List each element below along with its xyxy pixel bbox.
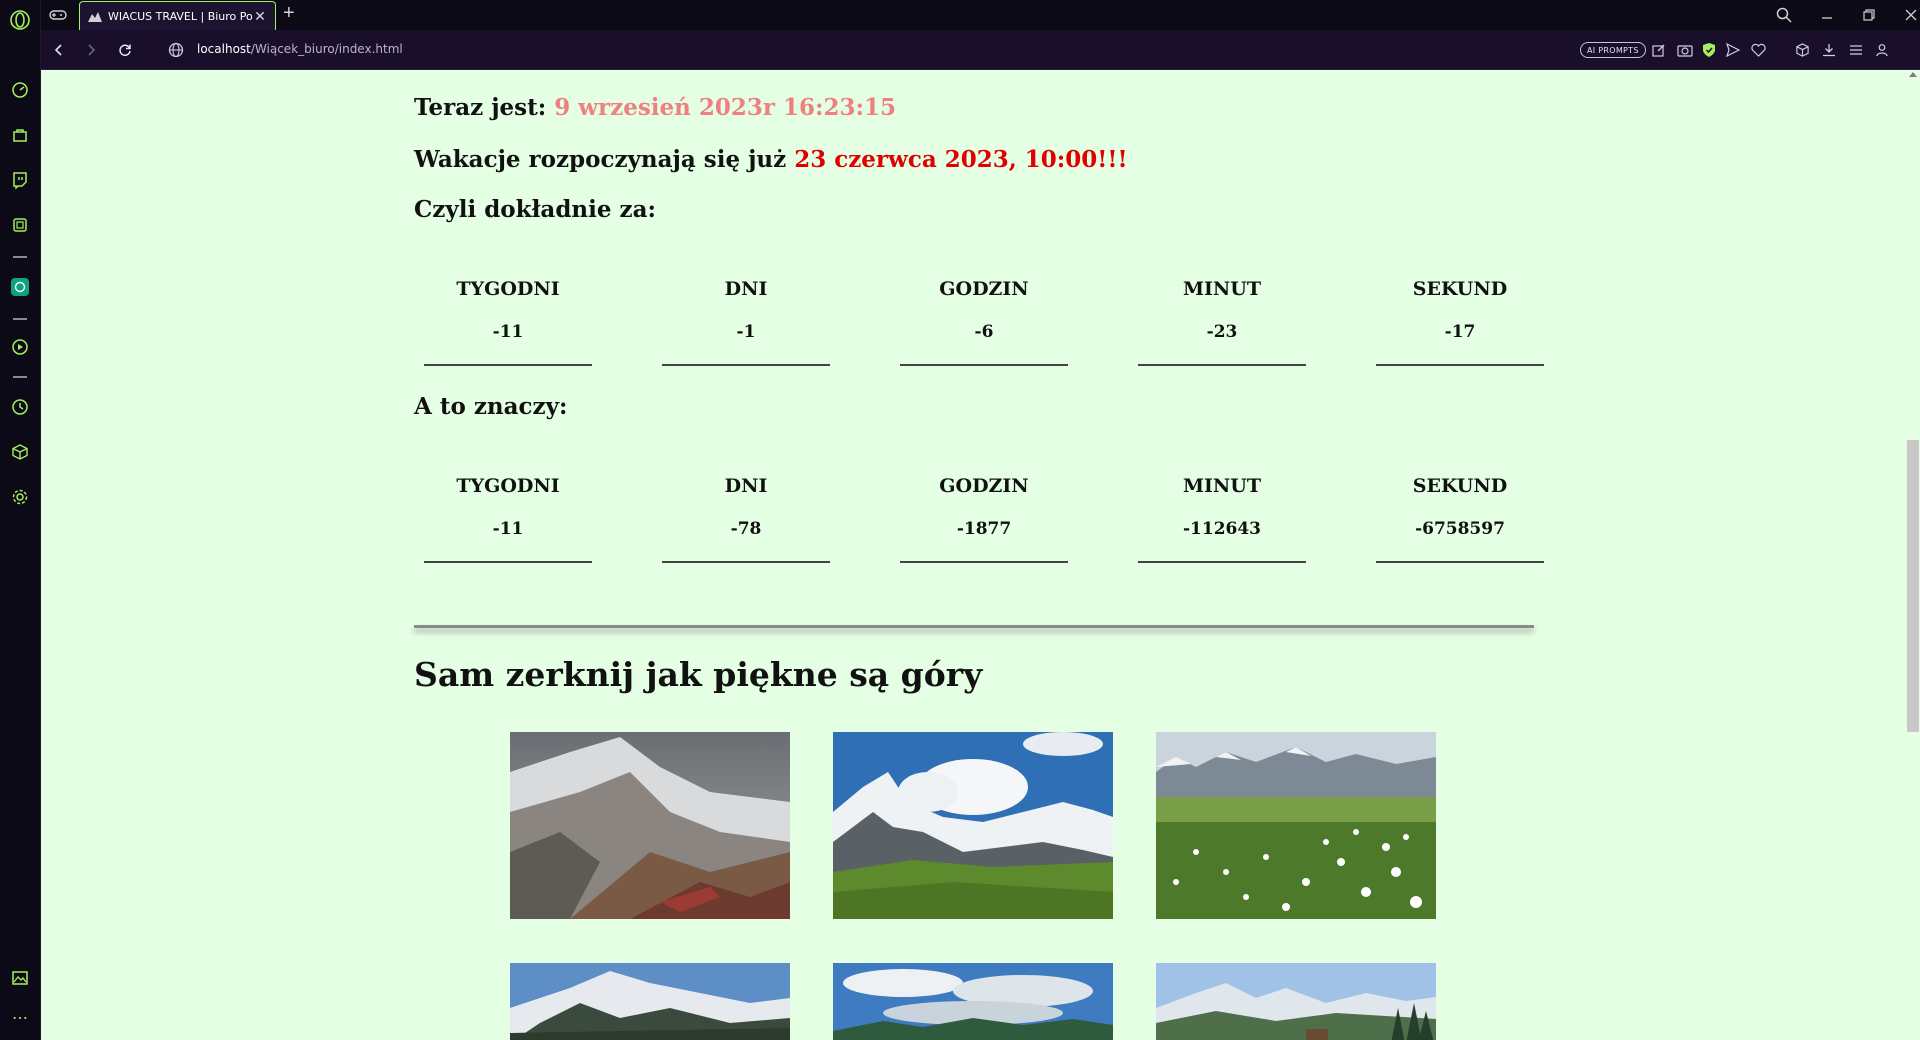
countdown-underline xyxy=(1376,364,1544,366)
countdown-value: -112643 xyxy=(1182,519,1262,539)
edit-icon[interactable] xyxy=(1650,41,1668,59)
chatgpt-icon[interactable] xyxy=(9,276,31,298)
countdown-label: SEKUND xyxy=(1412,475,1508,497)
countdown-underline xyxy=(662,364,830,366)
exact-countdown-heading: Czyli dokładnie za: xyxy=(414,196,656,223)
mountain-photo-5[interactable] xyxy=(833,963,1113,1040)
countdown-label: TYGODNI xyxy=(456,278,560,300)
scroll-up-arrow-icon[interactable] xyxy=(1909,72,1917,77)
globe-icon xyxy=(168,42,184,58)
extensions-cube-icon[interactable] xyxy=(1793,41,1811,59)
vacation-start-date: 23 czerwca 2023, 10:00!!! xyxy=(794,146,1128,173)
reload-icon[interactable] xyxy=(115,40,135,60)
shield-adblock-icon[interactable] xyxy=(1700,41,1718,59)
forward-arrow-icon[interactable] xyxy=(81,40,101,60)
sidebar-divider xyxy=(13,256,27,258)
countdown-label: MINUT xyxy=(1183,475,1261,497)
address-bar: localhost/Wiącek_biuro/index.html AI PRO… xyxy=(41,30,1920,70)
close-window-icon[interactable] xyxy=(1899,3,1920,27)
countdown-label: GODZIN xyxy=(939,278,1029,300)
history-clock-icon[interactable] xyxy=(9,396,31,418)
countdown-value: -11 xyxy=(492,519,524,539)
url-path: /Wiącek_biuro/index.html xyxy=(250,42,403,56)
countdown-underline xyxy=(424,561,592,563)
gallery-heading: Sam zerknij jak piękne są góry xyxy=(414,655,983,694)
mountain-photo-6[interactable] xyxy=(1156,963,1436,1040)
countdown-value: -11 xyxy=(492,322,524,342)
countdown-value: -6758597 xyxy=(1415,519,1505,539)
new-tab-button[interactable]: + xyxy=(283,3,295,23)
profile-icon[interactable] xyxy=(1873,41,1891,59)
back-arrow-icon[interactable] xyxy=(49,40,69,60)
countdown-value: -17 xyxy=(1444,322,1476,342)
sidebar-divider xyxy=(13,376,27,378)
countdown-label: TYGODNI xyxy=(456,475,560,497)
tab-bar: WIACUS TRAVEL | Biuro Po ✕ + xyxy=(41,0,1920,30)
twitch-icon[interactable] xyxy=(9,169,31,191)
web-page: Teraz jest: 9 wrzesień 2023r 16:23:15 Wa… xyxy=(41,70,1905,1040)
countdown-value: -23 xyxy=(1206,322,1238,342)
opera-gx-logo-icon[interactable] xyxy=(9,9,31,31)
heart-bookmark-icon[interactable] xyxy=(1749,41,1767,59)
mountain-photo-4[interactable] xyxy=(510,963,790,1040)
settings-gear-icon[interactable] xyxy=(9,486,31,508)
extensions-cube-icon[interactable] xyxy=(9,441,31,463)
countdown-value: -6 xyxy=(974,322,994,342)
mountain-photo-2[interactable] xyxy=(833,732,1113,919)
gamepad-icon[interactable] xyxy=(49,7,67,23)
scrollbar-thumb[interactable] xyxy=(1907,440,1919,732)
countdown-underline xyxy=(1138,364,1306,366)
browser-sidebar: ⋯ xyxy=(0,0,41,1040)
camera-snapshot-icon[interactable] xyxy=(1676,41,1694,59)
countdown-label: GODZIN xyxy=(939,475,1029,497)
sidebar-divider xyxy=(13,318,27,320)
countdown-label: MINUT xyxy=(1183,278,1261,300)
current-time-line: Teraz jest: 9 wrzesień 2023r 16:23:15 xyxy=(414,94,896,121)
easy-setup-menu-icon[interactable] xyxy=(1847,41,1865,59)
mountain-photo-1[interactable] xyxy=(510,732,790,919)
current-time-value: 9 wrzesień 2023r 16:23:15 xyxy=(554,94,897,121)
send-icon[interactable] xyxy=(1724,41,1742,59)
countdown-label: DNI xyxy=(724,475,768,497)
minimize-icon[interactable] xyxy=(1815,3,1839,27)
tab-title: WIACUS TRAVEL | Biuro Po xyxy=(108,9,253,23)
tab-close-icon[interactable]: ✕ xyxy=(253,8,267,25)
countdown-underline xyxy=(900,561,1068,563)
active-tab[interactable]: WIACUS TRAVEL | Biuro Po ✕ xyxy=(79,1,276,30)
countdown-value: -1 xyxy=(736,322,756,342)
total-countdown-heading: A to znaczy: xyxy=(414,393,568,420)
gx-control-icon[interactable] xyxy=(9,214,31,236)
countdown-label: DNI xyxy=(724,278,768,300)
countdown-value: -78 xyxy=(730,519,762,539)
wallpaper-image-icon[interactable] xyxy=(9,967,31,989)
shop-bag-icon[interactable] xyxy=(9,124,31,146)
countdown-underline xyxy=(900,364,1068,366)
more-dots-icon[interactable]: ⋯ xyxy=(9,1007,31,1029)
current-time-label: Teraz jest: xyxy=(414,94,547,121)
countdown-underline xyxy=(424,364,592,366)
url-field[interactable]: localhost/Wiącek_biuro/index.html xyxy=(197,42,403,56)
player-icon[interactable] xyxy=(9,336,31,358)
download-icon[interactable] xyxy=(1820,41,1838,59)
countdown-value: -1877 xyxy=(956,519,1012,539)
section-divider xyxy=(414,625,1534,628)
speed-dial-icon[interactable] xyxy=(9,79,31,101)
page-scrollbar[interactable] xyxy=(1905,70,1920,1040)
restore-icon[interactable] xyxy=(1857,3,1881,27)
search-tabs-icon[interactable] xyxy=(1772,3,1796,27)
countdown-underline xyxy=(1138,561,1306,563)
ai-prompts-button[interactable]: AI PROMPTS xyxy=(1580,42,1646,58)
countdown-underline xyxy=(662,561,830,563)
vacation-start-line: Wakacje rozpoczynają się już 23 czerwca … xyxy=(414,146,1128,173)
url-host: localhost xyxy=(197,42,251,56)
mountain-photo-3[interactable] xyxy=(1156,732,1436,919)
countdown-label: SEKUND xyxy=(1412,278,1508,300)
mountain-favicon-icon xyxy=(88,12,102,22)
countdown-underline xyxy=(1376,561,1544,563)
vacation-start-label: Wakacje rozpoczynają się już xyxy=(414,146,787,173)
